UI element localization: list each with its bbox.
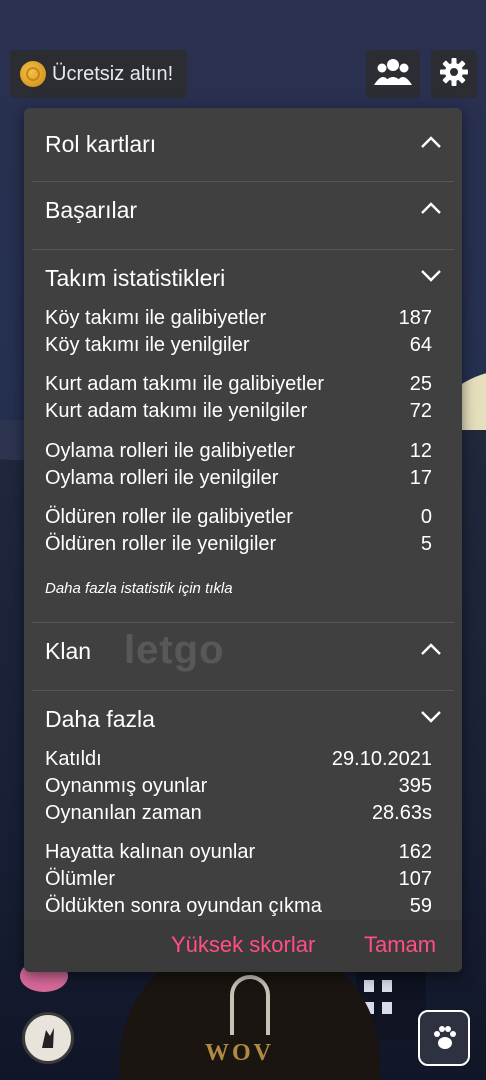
stat-label: Ölümler — [45, 868, 116, 890]
stat-label: Kurt adam takımı ile galibiyetler — [45, 373, 325, 395]
gold-coin-icon — [20, 61, 46, 87]
chevron-down-icon — [420, 269, 442, 288]
gear-icon — [439, 57, 469, 92]
free-gold-button[interactable]: Ücretsiz altın! — [10, 50, 187, 98]
stat-row: Öldüren roller ile yenilgiler 5 — [45, 531, 432, 558]
stat-value: 72 — [409, 400, 432, 422]
stat-label: Kurt adam takımı ile yenilgiler — [45, 400, 308, 422]
stat-value: 28.63s — [371, 802, 432, 824]
stat-row: Köy takımı ile yenilgiler 64 — [45, 332, 432, 359]
stat-row: Oylama rolleri ile galibiyetler 12 — [45, 438, 432, 465]
stat-label: Hayatta kalınan oyunlar — [45, 841, 256, 863]
stat-label: Öldüren roller ile yenilgiler — [45, 533, 277, 555]
stat-row: Köy takımı ile galibiyetler 187 — [45, 305, 432, 332]
stat-row: Katıldı 29.10.2021 — [45, 746, 432, 773]
ok-button[interactable]: Tamam — [364, 932, 436, 958]
settings-button[interactable] — [431, 50, 477, 98]
stat-label: Oynanılan zaman — [45, 802, 202, 824]
wov-logo-text: WOV — [205, 1040, 274, 1066]
stat-value: 395 — [398, 775, 432, 797]
stat-value: 25 — [409, 373, 432, 395]
section-clan[interactable]: Klan — [24, 617, 462, 685]
friends-icon — [373, 56, 413, 93]
more-stats-link[interactable]: Daha fazla istatistik için tıkla — [45, 580, 233, 597]
paw-icon[interactable] — [418, 1010, 470, 1066]
stat-label: Katıldı — [45, 748, 102, 770]
section-achievements[interactable]: Başarılar — [24, 176, 462, 244]
section-title: Rol kartları — [45, 130, 157, 157]
stat-label: Oynanmış oyunlar — [45, 775, 208, 797]
section-role-cards[interactable]: Rol kartları — [24, 110, 462, 178]
stat-label: Öldükten sonra oyundan çıkma — [45, 895, 322, 917]
stat-label: Oylama rolleri ile yenilgiler — [45, 467, 279, 489]
section-title: Daha fazla — [45, 705, 155, 732]
stat-label: Oylama rolleri ile galibiyetler — [45, 440, 296, 462]
chevron-up-icon — [420, 135, 442, 154]
stat-label: Köy takımı ile yenilgiler — [45, 334, 250, 356]
section-title: Klan — [45, 637, 92, 664]
watermark: letgo — [124, 628, 225, 672]
chevron-down-icon — [420, 710, 442, 729]
section-more[interactable]: Daha fazla — [24, 685, 462, 753]
stat-value: 17 — [409, 467, 432, 489]
stat-label: Köy takımı ile galibiyetler — [45, 307, 267, 329]
high-scores-button[interactable]: Yüksek skorlar — [171, 932, 315, 958]
stat-row: Oynanmış oyunlar 395 — [45, 773, 432, 800]
stat-value: 29.10.2021 — [331, 748, 432, 770]
stat-row: Hayatta kalınan oyunlar 162 — [45, 839, 432, 866]
section-title: Başarılar — [45, 196, 138, 223]
chevron-up-icon — [420, 642, 442, 661]
friends-button[interactable] — [366, 50, 420, 98]
wolf-profile-icon[interactable] — [22, 1012, 74, 1064]
stat-value: 59 — [409, 895, 432, 917]
stat-value: 12 — [409, 440, 432, 462]
stat-row: Kurt adam takımı ile galibiyetler 25 — [45, 371, 432, 398]
stat-value: 107 — [398, 868, 432, 890]
stat-row: Kurt adam takımı ile yenilgiler 72 — [45, 398, 432, 425]
stat-row: Ölümler 107 — [45, 866, 432, 893]
house-window — [382, 1002, 392, 1014]
stat-value: 5 — [420, 533, 432, 555]
stat-row: Oylama rolleri ile yenilgiler 17 — [45, 465, 432, 492]
stat-row: Öldüren roller ile galibiyetler 0 — [45, 504, 432, 531]
free-gold-label: Ücretsiz altın! — [52, 62, 174, 85]
chevron-up-icon — [420, 201, 442, 220]
stat-value: 0 — [420, 506, 432, 528]
section-team-stats[interactable]: Takım istatistikleri — [24, 244, 462, 312]
stat-value: 64 — [409, 334, 432, 356]
profile-stats-panel: Rol kartları Başarılar Takım istatistikl… — [24, 108, 462, 972]
stat-row: Öldükten sonra oyundan çıkma 59 — [45, 893, 432, 920]
section-title: Takım istatistikleri — [45, 264, 226, 291]
panel-footer: Yüksek skorlar Tamam — [24, 920, 462, 972]
stat-value: 162 — [398, 841, 432, 863]
hood-drawstrings — [230, 975, 270, 1035]
stat-label: Öldüren roller ile galibiyetler — [45, 506, 293, 528]
stat-value: 187 — [398, 307, 432, 329]
stat-row: Oynanılan zaman 28.63s — [45, 800, 432, 827]
house-window — [382, 980, 392, 992]
house-window — [364, 980, 374, 992]
